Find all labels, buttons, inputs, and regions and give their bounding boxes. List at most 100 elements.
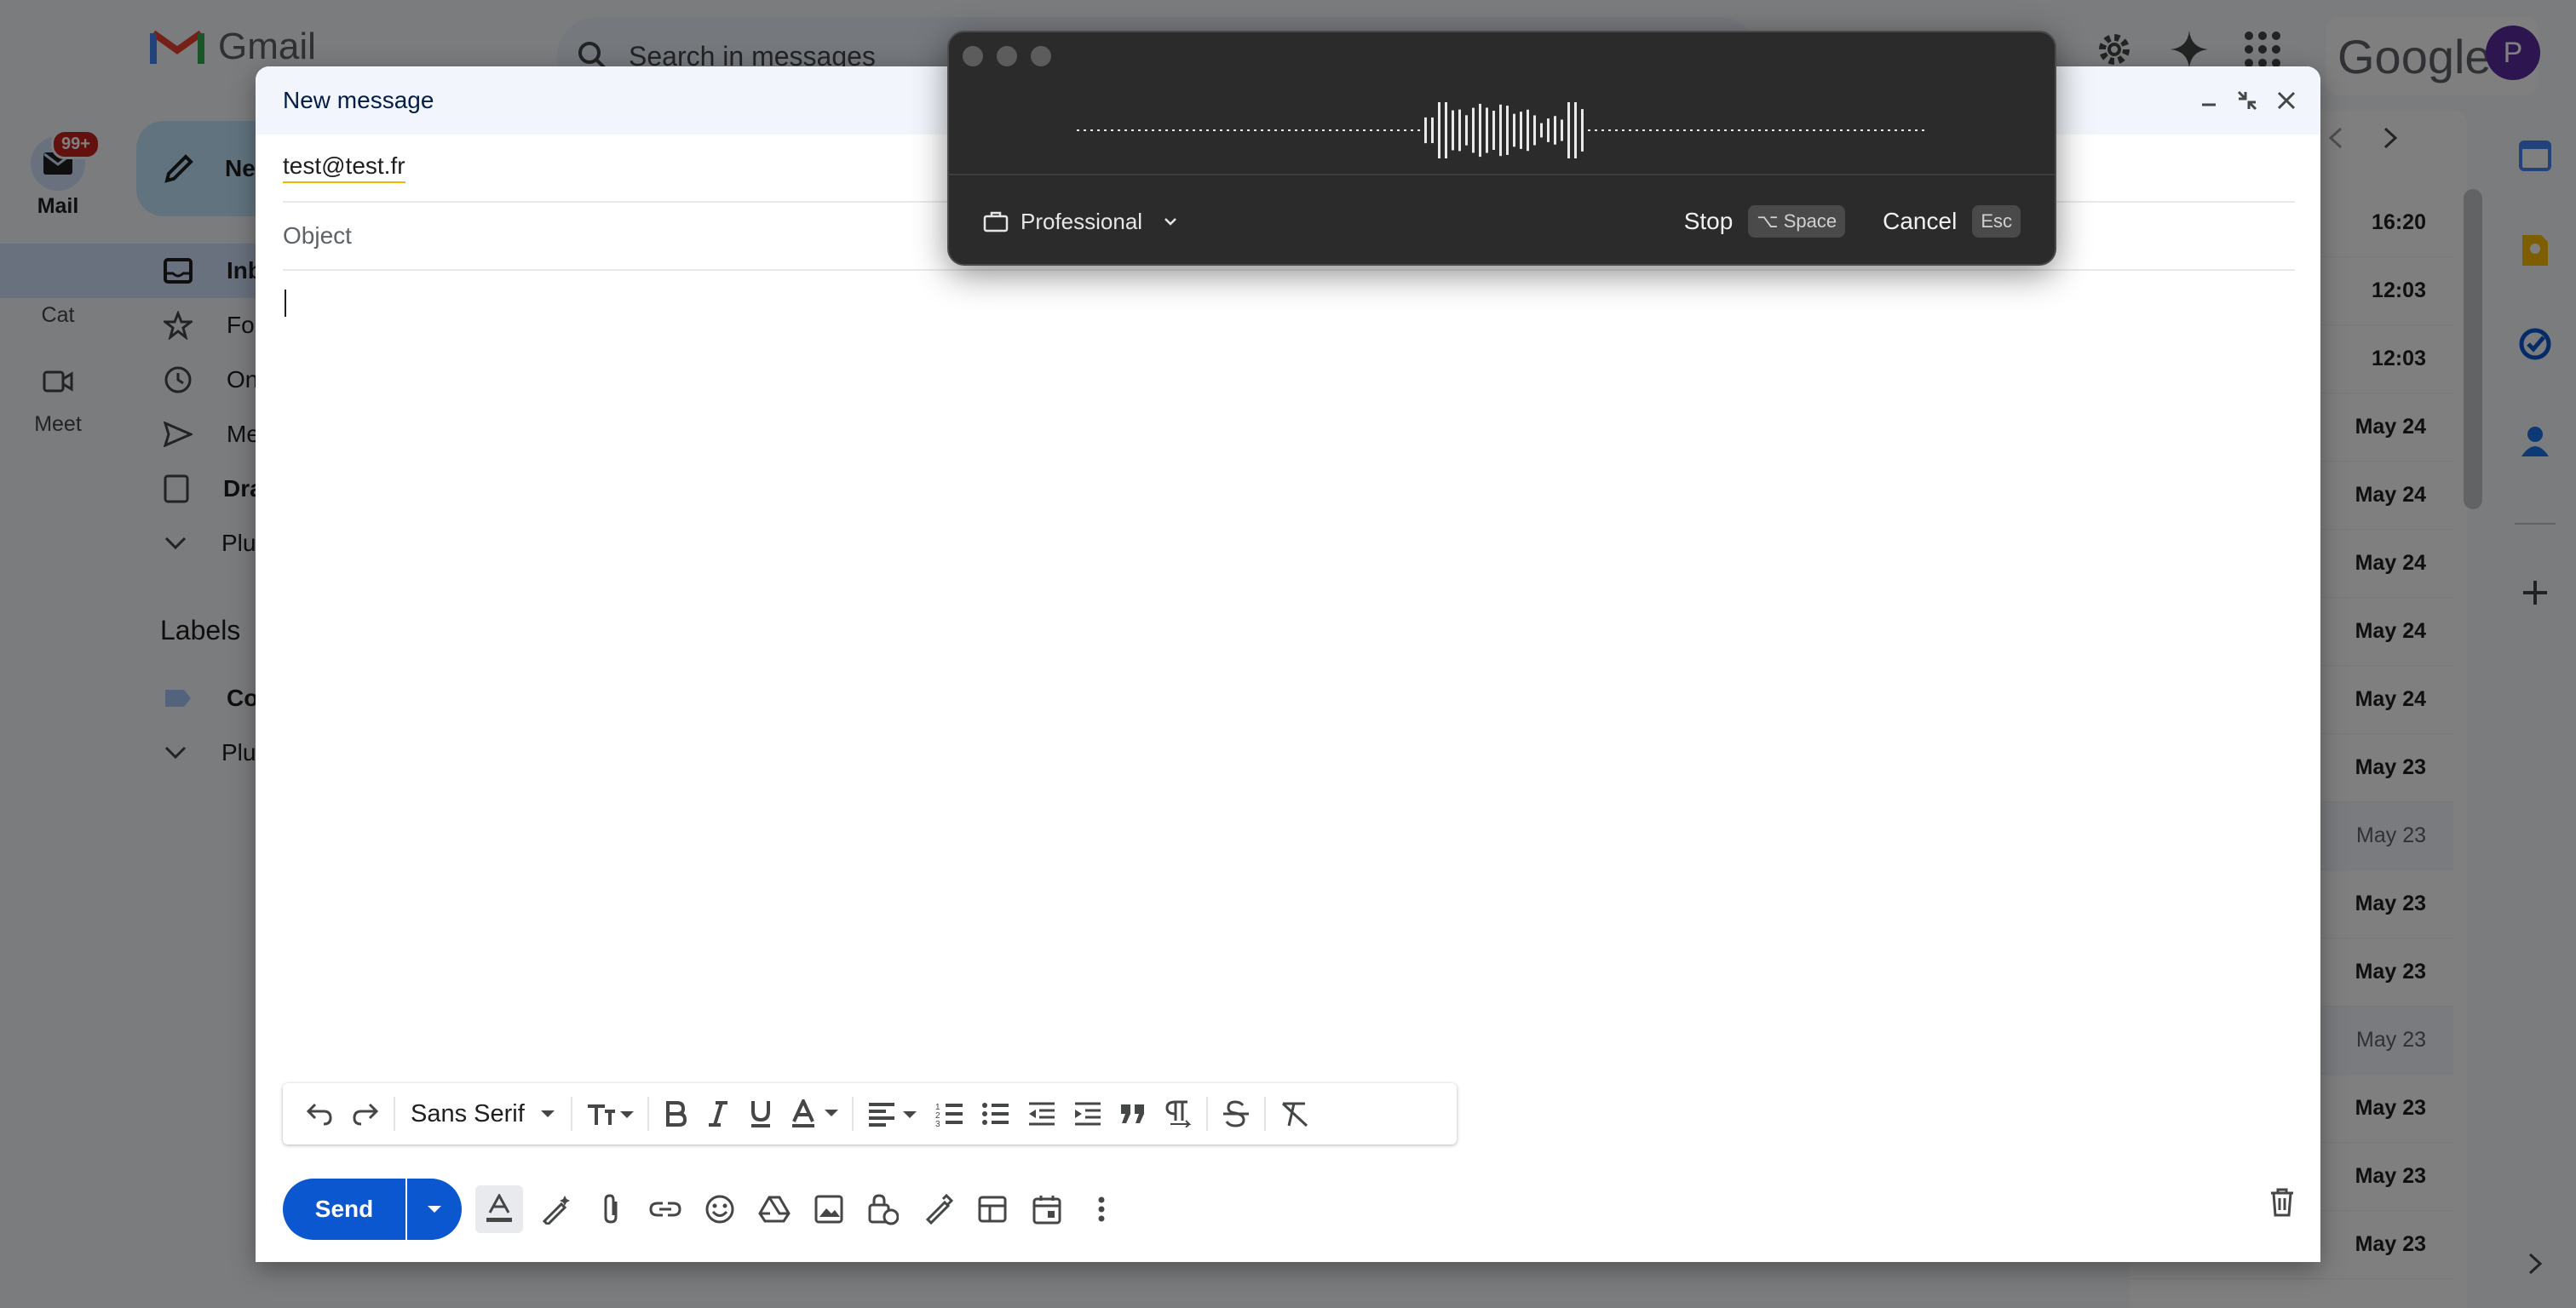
exit-fullscreen-icon[interactable]: [2237, 90, 2257, 111]
insert-signature-button[interactable]: [917, 1188, 959, 1231]
insert-drive-button[interactable]: [753, 1188, 796, 1231]
waveform-bar: [1445, 102, 1447, 158]
message-body[interactable]: [283, 290, 2295, 1124]
waveform-bar: [1479, 103, 1481, 158]
insert-link-button[interactable]: [644, 1188, 687, 1231]
formatting-options-button[interactable]: [475, 1185, 523, 1233]
font-size-button[interactable]: [578, 1088, 642, 1139]
waveform-bar: [1152, 129, 1154, 131]
confidential-mode-button[interactable]: [862, 1188, 905, 1231]
waveform-bar: [1240, 129, 1243, 131]
layouts-button[interactable]: [971, 1188, 1014, 1231]
redo-button[interactable]: [342, 1088, 388, 1139]
attach-file-button[interactable]: [589, 1188, 632, 1231]
waveform-bar: [1090, 129, 1093, 131]
toolbar-divider: [647, 1097, 649, 1131]
svg-text:3: 3: [935, 1120, 940, 1127]
waveform-bar: [1077, 129, 1079, 131]
schedule-send-button[interactable]: [407, 1179, 462, 1240]
tone-mode-select[interactable]: Professional: [983, 209, 1178, 235]
text-cursor: [285, 290, 286, 317]
waveform-bar: [1608, 129, 1611, 131]
waveform-bar: [1363, 129, 1366, 131]
strikethrough-button[interactable]: [1213, 1088, 1259, 1139]
window-minimize-dot[interactable]: [997, 46, 1017, 66]
redo-icon: [353, 1103, 379, 1126]
waveform-bar: [1124, 129, 1127, 131]
chevron-down-icon: [1164, 218, 1176, 226]
stop-dictation-button[interactable]: Stop: [1684, 208, 1734, 235]
waveform-bar: [1629, 129, 1631, 131]
waveform-bar: [1745, 129, 1747, 131]
paperclip-icon: [604, 1194, 618, 1224]
waveform-bar: [1458, 109, 1461, 152]
undo-button[interactable]: [296, 1088, 342, 1139]
bulleted-list-button[interactable]: [973, 1088, 1019, 1139]
text-direction-button[interactable]: [1155, 1088, 1201, 1139]
italic-button[interactable]: [697, 1088, 739, 1139]
waveform-bar: [1206, 129, 1209, 131]
insert-emoji-button[interactable]: [699, 1188, 741, 1231]
lock-clock-icon: [868, 1194, 899, 1225]
indent-less-icon: [1028, 1102, 1055, 1126]
waveform-bar: [1302, 129, 1304, 131]
waveform-bar: [1513, 113, 1515, 147]
waveform-bar: [1431, 117, 1434, 144]
waveform-bar: [1915, 129, 1918, 131]
help-me-write-button[interactable]: [535, 1188, 578, 1231]
more-options-button[interactable]: [1080, 1188, 1123, 1231]
waveform-bar: [1751, 129, 1754, 131]
align-button[interactable]: [859, 1088, 927, 1139]
waveform-bar: [1704, 129, 1706, 131]
waveform-bar: [1261, 129, 1263, 131]
waveform-bar: [1336, 129, 1338, 131]
font-family-select[interactable]: Sans Serif: [400, 1088, 566, 1139]
discard-draft-button[interactable]: [2269, 1188, 2295, 1217]
insert-photo-button[interactable]: [808, 1188, 850, 1231]
recipient-chip[interactable]: test@test.fr: [283, 152, 405, 183]
trash-icon: [2271, 1188, 2293, 1217]
underline-button[interactable]: [739, 1088, 782, 1139]
numbered-list-button[interactable]: 123: [927, 1088, 973, 1139]
waveform-bar: [1711, 129, 1713, 131]
waveform-bar: [1826, 129, 1829, 131]
bold-button[interactable]: [654, 1088, 697, 1139]
minimize-icon[interactable]: [2199, 91, 2218, 110]
cancel-dictation-button[interactable]: Cancel: [1883, 208, 1957, 235]
indent-less-button[interactable]: [1019, 1088, 1065, 1139]
waveform-bar: [1417, 129, 1420, 131]
waveform-bar: [1329, 129, 1331, 131]
quote-icon: [1120, 1104, 1144, 1123]
window-close-dot[interactable]: [963, 46, 983, 66]
underline-icon: [750, 1101, 770, 1127]
send-button[interactable]: Send: [283, 1179, 405, 1240]
waveform-bar: [1233, 129, 1236, 131]
layout-icon: [978, 1196, 1007, 1223]
quote-button[interactable]: [1111, 1088, 1155, 1139]
font-family-value: Sans Serif: [411, 1099, 525, 1127]
waveform-bar: [1499, 104, 1502, 157]
waveform-bar: [1377, 129, 1379, 131]
waveform-bar: [1084, 129, 1086, 131]
waveform-bar: [1356, 129, 1359, 131]
window-zoom-dot[interactable]: [1031, 46, 1051, 66]
waveform-bar: [1438, 102, 1440, 158]
toolbar-divider: [570, 1097, 572, 1131]
waveform-bar: [1833, 129, 1836, 131]
waveform-bar: [1820, 129, 1822, 131]
text-color-button[interactable]: [782, 1088, 847, 1139]
calendar-event-icon: [1032, 1196, 1061, 1225]
tone-mode-label: Professional: [1021, 208, 1143, 234]
strikethrough-icon: [1222, 1100, 1249, 1127]
waveform-bar: [1520, 112, 1522, 149]
waveform-bar: [1172, 129, 1175, 131]
close-icon[interactable]: [2276, 90, 2297, 111]
toolbar-divider: [1263, 1097, 1266, 1131]
text-size-icon: [587, 1104, 634, 1125]
waveform-bar: [1179, 129, 1182, 131]
indent-more-button[interactable]: [1065, 1088, 1111, 1139]
waveform-bar: [1785, 129, 1788, 131]
remove-formatting-button[interactable]: [1271, 1088, 1319, 1139]
set-up-time-button[interactable]: [1026, 1188, 1068, 1231]
emoji-icon: [705, 1195, 734, 1224]
